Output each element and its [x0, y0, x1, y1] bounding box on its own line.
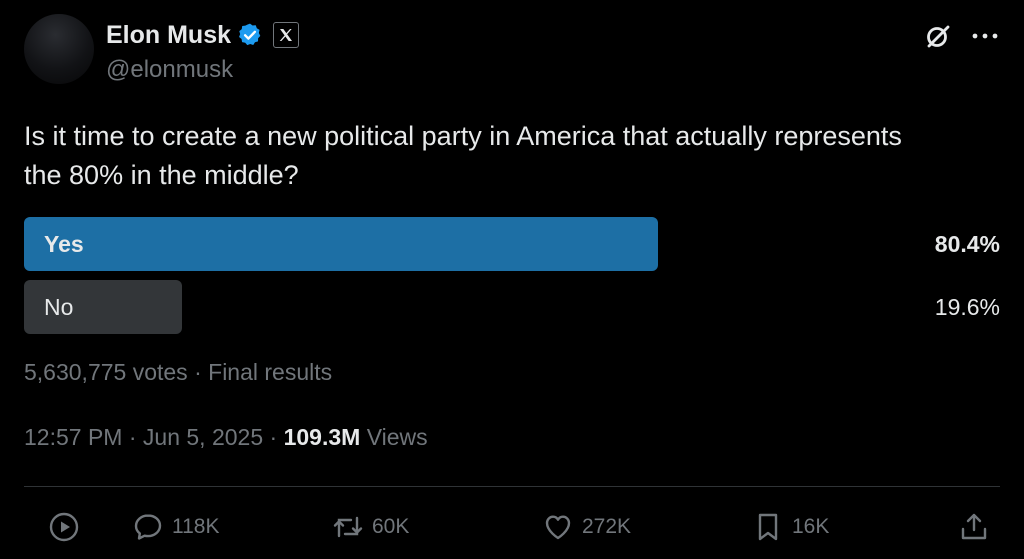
poll-option-percent: 19.6%: [934, 294, 1000, 320]
author-name[interactable]: Elon Musk: [106, 21, 231, 50]
divider: [24, 486, 1000, 487]
reply-icon: [134, 514, 162, 540]
avatar[interactable]: [24, 14, 94, 84]
repost-count: 60K: [372, 515, 410, 538]
reply-count: 118K: [172, 515, 220, 538]
like-count: 272K: [582, 515, 632, 538]
analytics-button[interactable]: [48, 510, 80, 544]
poll-summary: 5,630,775 votes · Final results: [24, 359, 332, 386]
poll-status: Final results: [208, 359, 333, 385]
views-label: Views: [366, 424, 428, 450]
more-icon[interactable]: [970, 26, 1000, 46]
separator: ·: [187, 359, 209, 385]
author-handle[interactable]: @elonmusk: [106, 56, 233, 84]
poll-option-label: Yes: [44, 231, 84, 257]
poll-option-no: No 19.6%: [24, 280, 1000, 334]
bookmark-button[interactable]: 16K: [752, 510, 829, 544]
repost-icon: [333, 516, 363, 538]
views-count[interactable]: 109.3M: [284, 424, 361, 450]
verified-badge-icon[interactable]: [237, 22, 263, 48]
reply-button[interactable]: 118K: [132, 510, 220, 544]
x-logo-icon[interactable]: [273, 22, 300, 48]
bookmark-icon: [758, 513, 778, 541]
tweet-date[interactable]: Jun 5, 2025: [143, 424, 263, 450]
tweet-meta: 12:57 PM · Jun 5, 2025 · 109.3M Views: [24, 424, 428, 451]
repost-button[interactable]: 60K: [332, 510, 409, 544]
heart-icon: [545, 515, 571, 540]
share-button[interactable]: [958, 510, 990, 544]
poll-option-percent: 80.4%: [934, 231, 1000, 257]
separator: ·: [263, 424, 284, 450]
author-name-row: Elon Musk: [106, 18, 300, 52]
like-button[interactable]: 272K: [542, 510, 631, 544]
poll-votes: 5,630,775 votes: [24, 359, 188, 385]
poll-option-yes: Yes 80.4%: [24, 217, 1000, 271]
share-icon: [961, 513, 987, 540]
poll-bar-yes: [24, 217, 658, 271]
grok-icon[interactable]: [924, 22, 952, 50]
bookmark-count: 16K: [792, 515, 830, 538]
tweet-time[interactable]: 12:57 PM: [24, 424, 122, 450]
poll-option-label: No: [44, 294, 74, 320]
play-circle-icon: [49, 512, 79, 542]
separator: ·: [122, 424, 143, 450]
tweet-text: Is it time to create a new political par…: [24, 121, 902, 190]
